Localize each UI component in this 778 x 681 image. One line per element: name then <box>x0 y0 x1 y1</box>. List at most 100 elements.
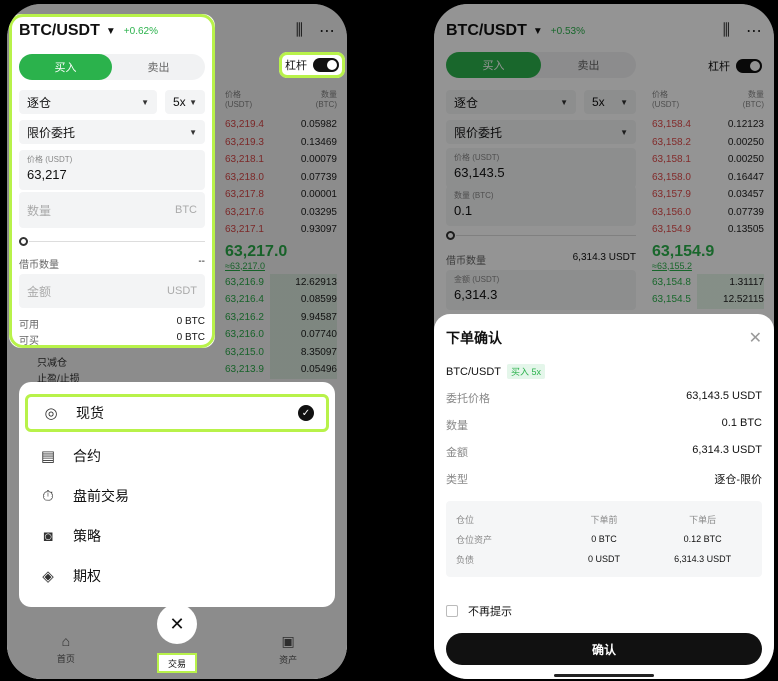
ask-row[interactable]: 63,156.0 0.07739 <box>652 204 764 222</box>
price-value: 63,217 <box>27 167 67 182</box>
price-label: 价格 (USDT) <box>27 155 73 164</box>
close-menu-button[interactable]: ✕ <box>157 604 197 644</box>
leverage-toggle[interactable] <box>736 59 762 73</box>
sheet-title: 下单确认 <box>446 330 502 346</box>
more-icon[interactable]: ⋯ <box>746 21 762 41</box>
caret-down-icon: ▼ <box>189 97 197 107</box>
confirm-button[interactable]: 确认 <box>446 633 762 665</box>
ask-row[interactable]: 63,217.1 0.93097 <box>225 221 337 239</box>
tab-assets[interactable]: ▣ 资产 <box>279 633 297 666</box>
price-input[interactable]: 价格 (USDT) 63,217 <box>19 150 205 190</box>
ask-row[interactable]: 63,217.8 0.00001 <box>225 186 337 204</box>
sell-tab[interactable]: 卖出 <box>112 54 205 80</box>
header: BTC/USDT ▼ +0.53% ⫼ ⋯ <box>434 16 774 46</box>
buy-tab[interactable]: 买入 <box>446 52 541 78</box>
order-type-select[interactable]: 限价委托 ▼ <box>446 120 636 144</box>
chevron-down-icon[interactable]: ▼ <box>533 26 543 37</box>
ask-row[interactable]: 63,157.9 0.03457 <box>652 186 764 204</box>
quantity-input[interactable]: 数量 BTC <box>19 192 205 228</box>
leverage-select[interactable]: 5x ▼ <box>584 90 636 114</box>
no-remind-checkbox[interactable] <box>446 605 458 617</box>
tab-trade[interactable]: 交易 <box>157 653 197 673</box>
position-cell: 仓位资产 <box>456 534 493 545</box>
price-input[interactable]: 价格 (USDT) 63,143.5 <box>446 148 636 188</box>
book-price: 63,158.4 <box>652 119 691 131</box>
ask-row[interactable]: 63,219.4 0.05982 <box>225 116 337 134</box>
bid-row[interactable]: 63,215.0 8.35097 <box>225 343 337 361</box>
ask-row[interactable]: 63,218.0 0.07739 <box>225 169 337 187</box>
ask-row[interactable]: 63,158.4 0.12123 <box>652 116 764 134</box>
ask-row[interactable]: 63,154.9 0.13505 <box>652 221 764 239</box>
bid-row[interactable]: 63,213.9 0.05496 <box>225 361 337 379</box>
bid-row[interactable]: 63,216.4 0.08599 <box>225 291 337 309</box>
candlestick-icon[interactable]: ⫼ <box>723 22 730 40</box>
slider-handle[interactable] <box>19 237 28 246</box>
chevron-down-icon[interactable]: ▼ <box>106 26 116 37</box>
bid-row[interactable]: 63,216.0 0.07740 <box>225 326 337 344</box>
quantity-slider[interactable] <box>19 236 205 248</box>
ask-row[interactable]: 63,158.0 0.16447 <box>652 169 764 187</box>
position-header-cell: 下单后 <box>689 514 717 525</box>
leverage-select[interactable]: 5x ▼ <box>165 90 205 114</box>
bid-row[interactable]: 63,216.2 9.94587 <box>225 308 337 326</box>
quantity-input[interactable]: 数量 (BTC) 0.1 <box>446 186 636 226</box>
buy-tab[interactable]: 买入 <box>19 54 112 80</box>
mid-price[interactable]: 63,154.9 <box>652 239 764 261</box>
book-amount: 0.07739 <box>300 171 337 183</box>
book-price: 63,218.1 <box>225 154 264 166</box>
bid-list: 63,154.8 1.31117 63,154.5 12.52115 <box>652 273 764 309</box>
book-amount: 0.00079 <box>300 154 337 166</box>
reduce-only-label[interactable]: 只减仓 <box>37 354 67 369</box>
margin-mode-value: 逐仓 <box>27 95 52 110</box>
position-cell: 负债 <box>456 554 475 565</box>
bid-row[interactable]: 63,154.8 1.31117 <box>652 273 764 291</box>
ask-row[interactable]: 63,217.6 0.03295 <box>225 204 337 222</box>
book-amount: 0.03457 <box>727 189 764 201</box>
position-cell: 0 BTC <box>591 534 617 544</box>
order-type-select[interactable]: 限价委托 ▼ <box>19 120 205 144</box>
position-header-cell: 仓位 <box>456 514 475 525</box>
detail-key: 类型 <box>446 474 468 486</box>
order-detail-row: 类型 逐仓-限价 <box>446 471 762 487</box>
ask-row[interactable]: 63,158.2 0.00250 <box>652 134 764 152</box>
bid-row[interactable]: 63,154.5 12.52115 <box>652 291 764 309</box>
quantity-slider[interactable] <box>446 230 636 242</box>
tab-home[interactable]: ⌂ 首页 <box>57 633 75 665</box>
book-amount: 0.93097 <box>300 224 337 236</box>
amount-input[interactable]: 金额 USDT <box>19 274 205 308</box>
menu-item-futures[interactable]: ▤ 合约 <box>19 436 335 476</box>
mid-price[interactable]: 63,217.0 <box>225 239 337 261</box>
leverage-value: 5x <box>592 95 605 109</box>
order-form-panel: BTC/USDT ▼ +0.62% 买入 卖出 逐仓 ▼ 5x ▼ 限价委托 ▼ <box>9 14 215 348</box>
sell-tab[interactable]: 卖出 <box>541 52 636 78</box>
book-price: 63,154.8 <box>652 276 691 288</box>
more-icon[interactable]: ⋯ <box>319 21 335 41</box>
ask-row[interactable]: 63,158.1 0.00250 <box>652 151 764 169</box>
menu-item-options[interactable]: ◈ 期权 <box>19 556 335 596</box>
menu-item-spot[interactable]: ◎ 现货 ✓ <box>25 394 329 432</box>
close-icon[interactable]: ✕ <box>749 328 762 348</box>
book-header: 价格 (USDT) 数量 (BTC) <box>652 90 764 110</box>
menu-item-label: 期权 <box>73 568 101 584</box>
panel-price-change: +0.62% <box>123 25 158 37</box>
leverage-value: 5x <box>173 95 186 109</box>
menu-item-strategy[interactable]: ◙ 策略 <box>19 516 335 556</box>
bid-row[interactable]: 63,216.9 12.62913 <box>225 273 337 291</box>
book-price: 63,154.9 <box>652 224 691 236</box>
margin-mode-select[interactable]: 逐仓 ▼ <box>446 90 576 114</box>
slider-handle[interactable] <box>446 231 455 240</box>
order-type-value: 限价委托 <box>454 125 503 140</box>
buy-sell-switch: 买入 卖出 <box>446 52 636 78</box>
margin-mode-value: 逐仓 <box>454 95 479 110</box>
menu-item-pre-market[interactable]: ⏱ 盘前交易 <box>19 476 335 516</box>
ask-row[interactable]: 63,219.3 0.13469 <box>225 134 337 152</box>
margin-mode-select[interactable]: 逐仓 ▼ <box>19 90 157 114</box>
mid-price-sub: ≈63,217.0 <box>225 260 265 271</box>
panel-pair-title[interactable]: BTC/USDT <box>19 22 100 40</box>
no-remind-row[interactable]: 不再提示 <box>446 603 762 619</box>
pair-title[interactable]: BTC/USDT <box>446 22 527 40</box>
candlestick-icon[interactable]: ⫼ <box>296 22 303 40</box>
ask-row[interactable]: 63,218.1 0.00079 <box>225 151 337 169</box>
amount-input[interactable]: 金额 (USDT) 6,314.3 <box>446 270 636 310</box>
leverage-toggle-hl[interactable] <box>313 58 339 72</box>
